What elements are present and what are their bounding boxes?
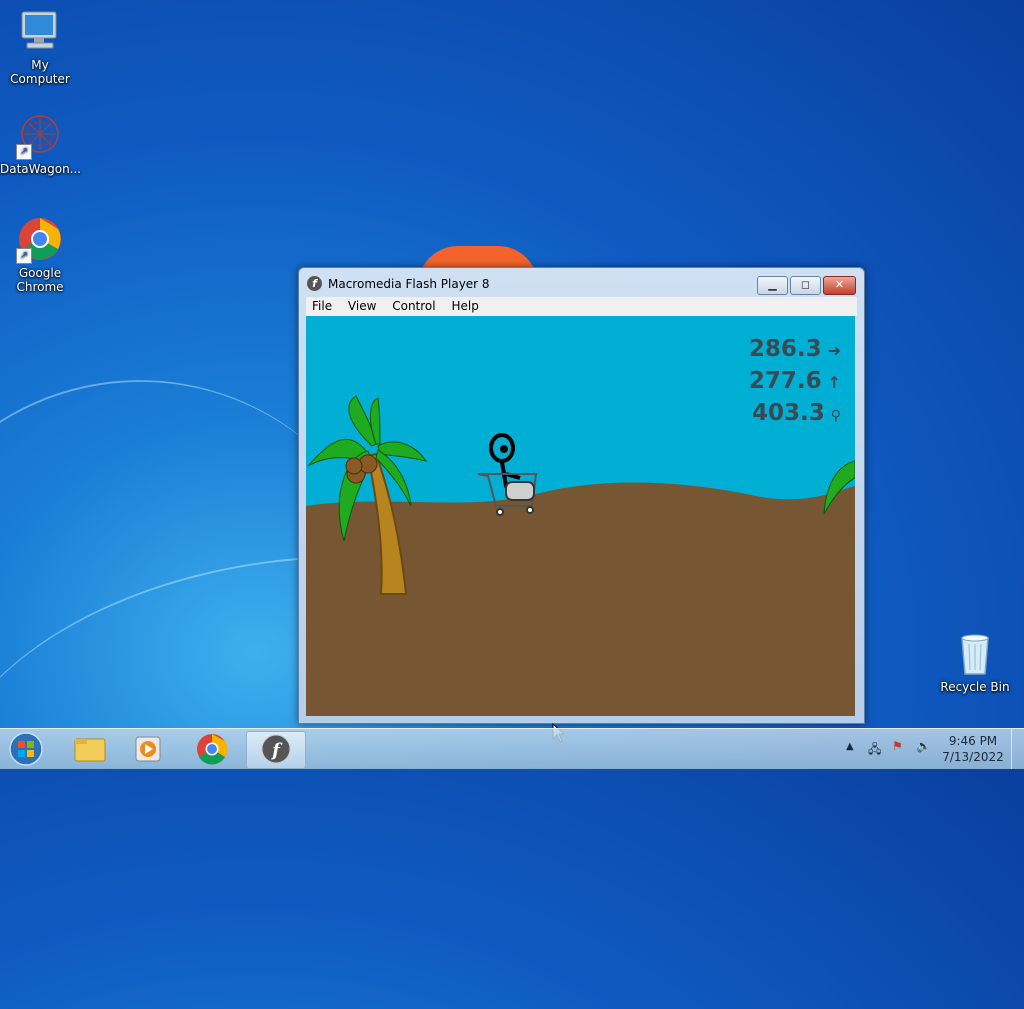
datawagon-icon: ↗ [16, 112, 64, 160]
game-stage[interactable]: 286.3 ➜ 277.6 ↑ 403.3 ⚲ [306, 316, 855, 716]
start-button[interactable] [2, 731, 60, 767]
menu-file[interactable]: File [306, 297, 338, 315]
desktop-icon-label: Recycle Bin [940, 680, 1010, 694]
clock[interactable]: 9:46 PM 7/13/2022 [938, 733, 1008, 765]
menu-help[interactable]: Help [445, 297, 484, 315]
desktop-icon-label: Google Chrome [16, 266, 64, 294]
desktop-icon-label: My Computer [10, 58, 70, 86]
menu-bar: File View Control Help [306, 297, 857, 316]
computer-icon [16, 8, 64, 56]
show-hidden-icons-icon[interactable]: ▲ [846, 741, 854, 752]
minimize-button[interactable]: ▁ [757, 276, 788, 295]
taskbar-media-player[interactable] [120, 731, 178, 767]
maximize-button[interactable]: ◻ [790, 276, 821, 295]
volume-icon[interactable]: 🔈 [916, 739, 931, 753]
chrome-icon [197, 734, 228, 765]
stat-distance: 286.3 ➜ [749, 336, 841, 362]
show-desktop-button[interactable] [1011, 729, 1024, 769]
stat-max: 403.3 ⚲ [752, 400, 841, 426]
media-player-icon [135, 736, 161, 762]
system-tray: ▲ 🖧 ⚑ 🔈 9:46 PM 7/13/2022 [840, 729, 1024, 769]
start-orb [9, 732, 43, 766]
clock-date: 7/13/2022 [942, 750, 1004, 764]
stat-max-value: 403.3 [751, 400, 825, 426]
shortcut-arrow-icon: ↗ [16, 248, 32, 264]
minimize-icon: ▁ [768, 278, 777, 291]
recycle-bin-icon [951, 630, 999, 678]
action-center-flag-icon[interactable]: ⚑ [892, 739, 903, 753]
file-explorer-icon [74, 738, 106, 762]
taskbar-flash-player[interactable]: f [246, 731, 306, 769]
close-icon: ✕ [834, 278, 845, 291]
stat-distance-value: 286.3 [748, 336, 822, 362]
chrome-icon: ↗ [16, 216, 64, 264]
desktop-icon-recycle-bin[interactable]: Recycle Bin [935, 630, 1015, 694]
desktop-icon-datawagon[interactable]: ↗ DataWagon... [0, 112, 82, 176]
desktop-icon-label: DataWagon... [0, 162, 82, 176]
maximize-icon: ◻ [800, 278, 811, 291]
clock-time: 9:46 PM [948, 734, 998, 748]
close-button[interactable]: ✕ [823, 276, 856, 295]
shortcut-arrow-icon: ↗ [16, 144, 32, 160]
stat-height-value: 277.6 [748, 368, 822, 394]
arrow-up-icon: ↑ [827, 373, 841, 392]
arrow-right-icon: ➜ [827, 341, 841, 360]
taskbar: f ▲ 🖧 ⚑ 🔈 9:46 PM 7/13/2022 [0, 728, 1024, 769]
window-title: Macromedia Flash Player 8 [328, 277, 490, 291]
desktop-icon-google-chrome[interactable]: ↗ Google Chrome [0, 216, 80, 294]
flash-icon: f [307, 276, 322, 291]
stat-height: 277.6 ↑ [749, 368, 841, 394]
menu-view[interactable]: View [342, 297, 382, 315]
network-icon[interactable]: 🖧 [868, 740, 881, 761]
figure-icon: ⚲ [830, 408, 841, 424]
taskbar-chrome[interactable] [183, 731, 241, 767]
flash-player-icon: f [261, 734, 291, 764]
desktop-icon-my-computer[interactable]: My Computer [0, 8, 80, 86]
window-titlebar[interactable]: f Macromedia Flash Player 8 ▁ ◻ ✕ [299, 268, 864, 298]
menu-control[interactable]: Control [386, 297, 441, 315]
flash-player-window[interactable]: f Macromedia Flash Player 8 ▁ ◻ ✕ File V… [298, 267, 865, 724]
taskbar-file-explorer[interactable] [60, 731, 118, 767]
